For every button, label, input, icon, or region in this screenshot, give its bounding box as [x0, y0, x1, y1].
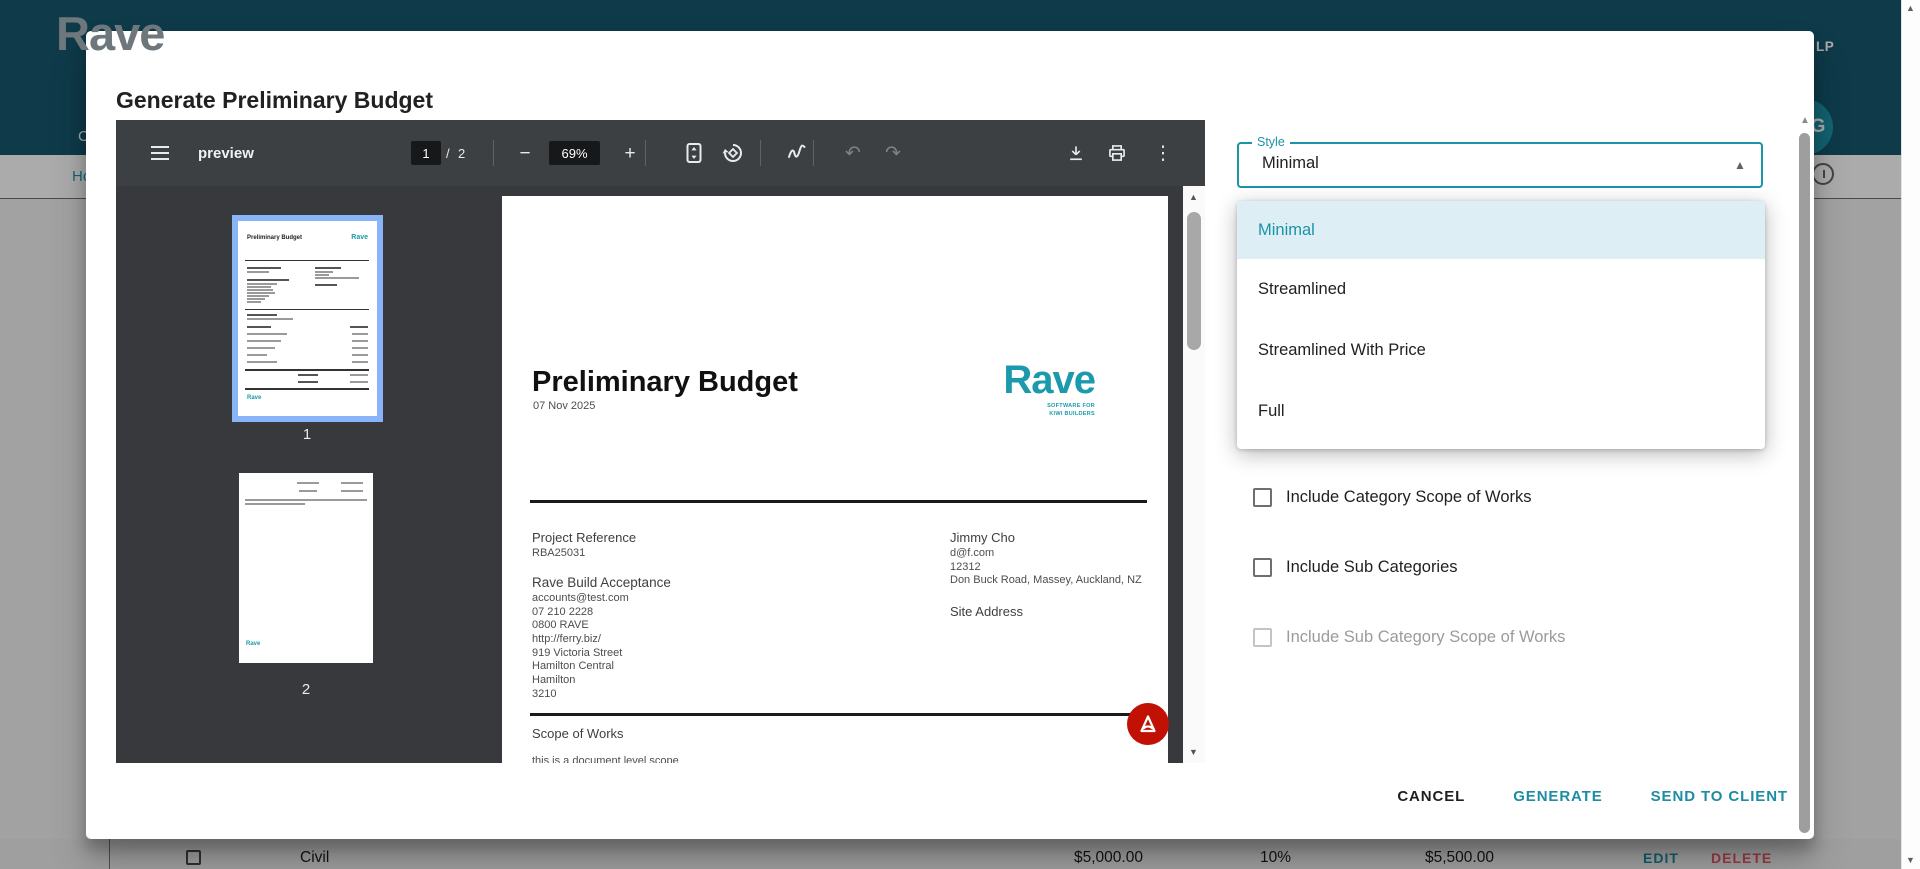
modal-scroll-up-icon[interactable]: ▲: [1800, 115, 1810, 126]
menu-icon[interactable]: [149, 120, 171, 186]
menu-option-streamlined-with-price[interactable]: Streamlined With Price: [1237, 320, 1765, 381]
logo-tagline: SOFTWARE FOR: [1047, 403, 1095, 409]
page-total: 2: [458, 120, 465, 186]
checkbox-icon: [1253, 558, 1272, 577]
page-thumbnail-1[interactable]: Preliminary Budget Rave: [232, 215, 383, 422]
scope-heading: Scope of Works: [532, 726, 624, 741]
download-icon[interactable]: [1065, 120, 1087, 186]
client-line: Don Buck Road, Massey, Auckland, NZ: [950, 574, 1142, 586]
thumbnail-1-label: 1: [287, 426, 327, 443]
thumbnail-2-label: 2: [286, 681, 326, 698]
chevron-up-icon: ▲: [1734, 158, 1746, 172]
toolbar-divider: [493, 140, 494, 166]
modal-scrollbar-thumb[interactable]: [1799, 133, 1810, 833]
zoom-level[interactable]: 69%: [549, 141, 600, 165]
company-line: accounts@test.com: [532, 592, 629, 604]
send-to-client-button[interactable]: SEND TO CLIENT: [1649, 780, 1790, 813]
more-options-icon[interactable]: ⋮: [1152, 120, 1174, 186]
company-line: 0800 RAVE: [532, 619, 589, 631]
logo-tagline: KIWI BUILDERS: [1049, 411, 1095, 417]
print-icon[interactable]: [1106, 120, 1128, 186]
menu-option-streamlined[interactable]: Streamlined: [1237, 259, 1765, 320]
checkbox-icon: [1253, 488, 1272, 507]
rave-logo: Rave: [1003, 358, 1095, 403]
pdf-title: Preliminary Budget: [532, 366, 798, 399]
scope-text: this is a document level scope: [532, 755, 679, 763]
company-line: 3210: [532, 688, 556, 700]
checkbox-sub-categories[interactable]: Include Sub Categories: [1253, 558, 1458, 577]
divider: [530, 500, 1147, 503]
zoom-out-icon[interactable]: −: [516, 120, 534, 186]
divider: [530, 713, 1147, 716]
style-menu: Minimal Streamlined Streamlined With Pri…: [1237, 201, 1765, 449]
pdf-page-preview: Preliminary Budget 07 Nov 2025 Rave SOFT…: [502, 196, 1168, 763]
company-name: Rave Build Acceptance: [532, 575, 671, 590]
document-title: preview: [198, 120, 254, 186]
scroll-up-icon[interactable]: ▲: [1906, 3, 1915, 13]
menu-option-full[interactable]: Full: [1237, 381, 1765, 442]
company-line: http://ferry.biz/: [532, 633, 601, 645]
screen: C LP G Ho Civil $5,000.00 10% $5,500.00 …: [0, 0, 1920, 869]
annotate-icon[interactable]: [786, 120, 808, 186]
zoom-in-icon[interactable]: +: [621, 120, 639, 186]
rotate-icon[interactable]: [722, 120, 744, 186]
dialog-title: Generate Preliminary Budget: [116, 87, 433, 114]
pdf-scrollbar[interactable]: ▲ ▼: [1183, 186, 1205, 763]
client-line: 12312: [950, 561, 981, 573]
toolbar-divider: [645, 140, 646, 166]
page-separator: /: [446, 120, 450, 186]
ref-value: RBA25031: [532, 547, 585, 559]
dialog-actions: CANCEL GENERATE SEND TO CLIENT: [1286, 780, 1790, 813]
pdf-viewer: preview 1 / 2 − 69% +: [116, 120, 1205, 763]
style-select-label: Style: [1252, 135, 1290, 149]
cancel-button[interactable]: CANCEL: [1395, 780, 1467, 813]
toolbar-divider: [760, 140, 761, 166]
page-scrollbar[interactable]: ▲ ▼: [1901, 0, 1920, 869]
page-number-input[interactable]: 1: [411, 141, 441, 165]
client-name: Jimmy Cho: [950, 530, 1015, 545]
style-select-value: Minimal: [1262, 154, 1319, 173]
company-line: Hamilton Central: [532, 660, 614, 672]
fit-page-icon[interactable]: [683, 120, 705, 186]
ref-label: Project Reference: [532, 530, 636, 545]
pdf-scrollbar-thumb[interactable]: [1187, 212, 1201, 350]
toolbar-divider: [813, 140, 814, 166]
pdf-toolbar: preview 1 / 2 − 69% +: [116, 120, 1205, 186]
client-line: d@f.com: [950, 547, 994, 559]
company-line: 919 Victoria Street: [532, 647, 622, 659]
checkbox-category-scope[interactable]: Include Category Scope of Works: [1253, 488, 1532, 507]
pdf-date: 07 Nov 2025: [533, 400, 595, 412]
undo-icon: ↶: [842, 120, 864, 186]
checkbox-sub-category-scope: Include Sub Category Scope of Works: [1253, 628, 1565, 647]
checkbox-icon: [1253, 628, 1272, 647]
generate-budget-dialog: Generate Preliminary Budget preview 1 / …: [86, 31, 1814, 839]
site-address-label: Site Address: [950, 604, 1023, 619]
generate-button[interactable]: GENERATE: [1511, 780, 1604, 813]
menu-option-minimal[interactable]: Minimal: [1237, 201, 1765, 259]
page-thumbnail-2[interactable]: Rave: [239, 473, 373, 663]
app-logo: Rave: [56, 6, 164, 61]
adobe-acrobat-icon[interactable]: [1127, 703, 1169, 745]
redo-icon: ↷: [882, 120, 904, 186]
company-line: 07 210 2228: [532, 606, 593, 618]
scroll-down-icon[interactable]: ▼: [1906, 855, 1915, 865]
company-line: Hamilton: [532, 674, 575, 686]
